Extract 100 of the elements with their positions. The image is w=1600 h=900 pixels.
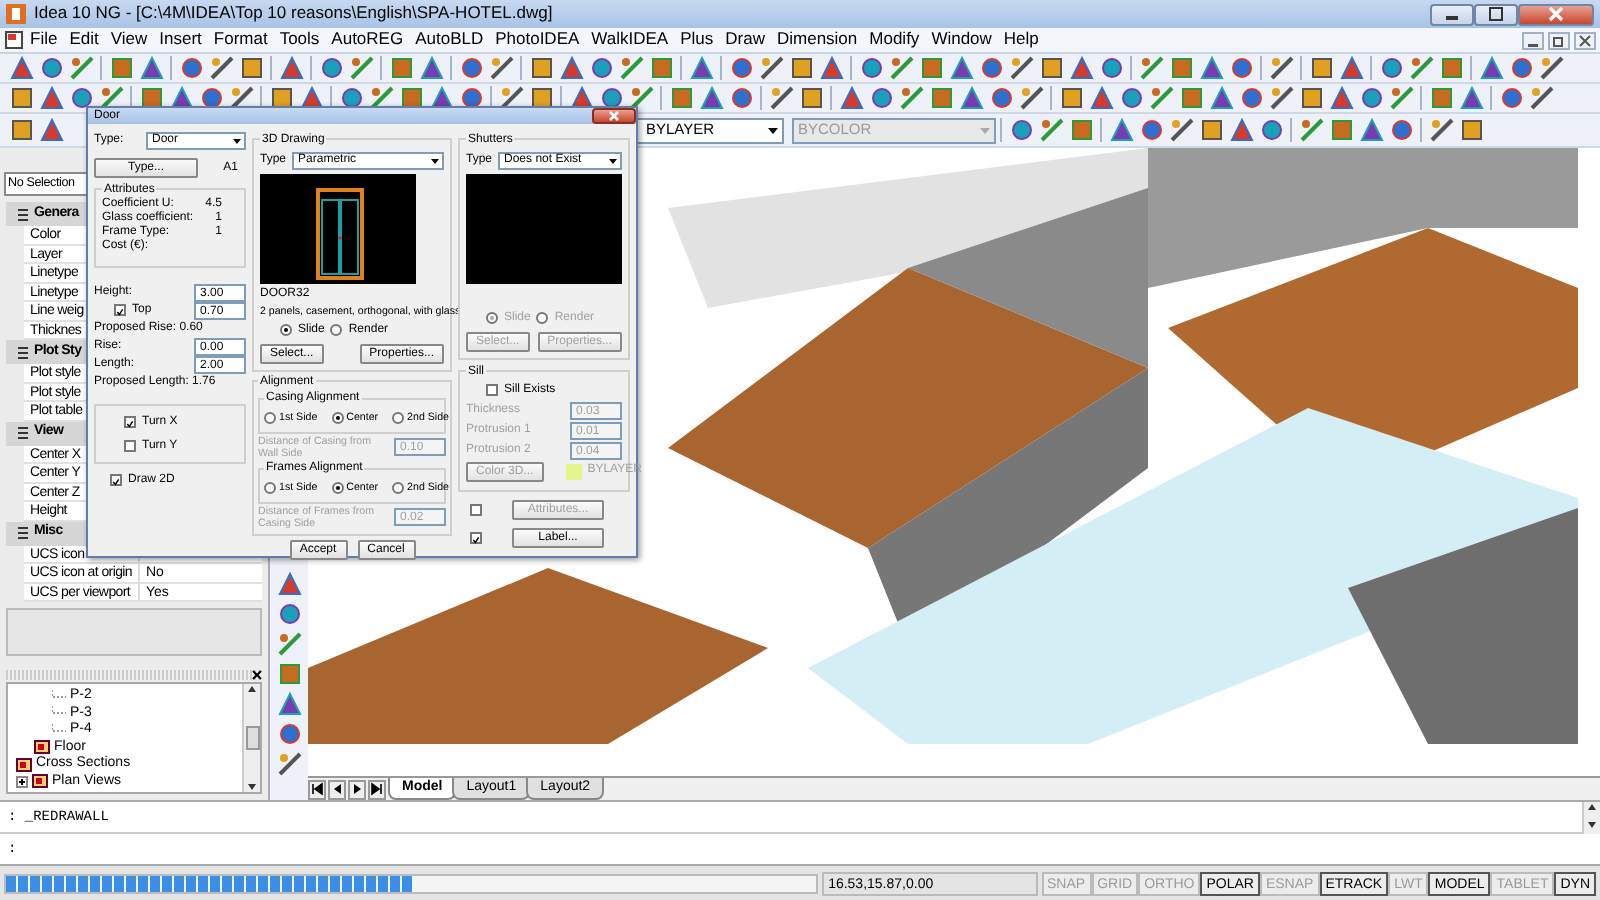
line-tool-icon[interactable]: [619, 56, 643, 80]
square-tool-icon[interactable]: [669, 86, 693, 110]
line-tool-icon[interactable]: [889, 56, 913, 80]
line-tool-icon[interactable]: [489, 56, 513, 80]
square-tool-icon[interactable]: [1199, 118, 1223, 142]
line-tool-icon[interactable]: [899, 86, 923, 110]
triangle-tool-icon[interactable]: [279, 56, 303, 80]
triangle-tool-icon[interactable]: [1109, 118, 1133, 142]
radio-button[interactable]: [264, 482, 276, 495]
square-tool-icon[interactable]: [649, 56, 673, 80]
menu-item[interactable]: Window: [925, 30, 998, 50]
triangle-tool-icon[interactable]: [277, 572, 301, 596]
square-tool-icon[interactable]: [239, 56, 263, 80]
line-tool-icon[interactable]: [1009, 56, 1033, 80]
close-button[interactable]: [1574, 31, 1596, 49]
square-tool-icon[interactable]: [529, 86, 553, 110]
scroll-down-icon[interactable]: [1586, 820, 1598, 830]
circle-tool-icon[interactable]: [729, 56, 753, 80]
circle-tool-icon[interactable]: [1499, 86, 1523, 110]
square-tool-icon[interactable]: [789, 56, 813, 80]
line-tool-icon[interactable]: [1019, 86, 1043, 110]
menu-item[interactable]: Dimension: [770, 30, 864, 50]
line-tool-icon[interactable]: [1299, 118, 1323, 142]
circle-tool-icon[interactable]: [179, 56, 203, 80]
circle-tool-icon[interactable]: [1359, 86, 1383, 110]
menu-item[interactable]: PhotoIDEA: [489, 30, 586, 50]
square-tool-icon[interactable]: [799, 86, 823, 110]
square-tool-icon[interactable]: [1459, 118, 1483, 142]
menu-item[interactable]: File: [24, 30, 64, 50]
square-tool-icon[interactable]: [929, 86, 953, 110]
radio-button[interactable]: [331, 482, 344, 495]
triangle-tool-icon[interactable]: [1209, 86, 1233, 110]
close-button[interactable]: [1518, 3, 1594, 25]
line-tool-icon[interactable]: [1269, 56, 1293, 80]
first-tab-button[interactable]: [308, 779, 326, 799]
square-tool-icon[interactable]: [1329, 118, 1353, 142]
radio-button[interactable]: [392, 482, 405, 495]
line-tool-icon[interactable]: [69, 56, 93, 80]
line-tool-icon[interactable]: [1149, 86, 1173, 110]
square-tool-icon[interactable]: [529, 56, 553, 80]
triangle-tool-icon[interactable]: [1229, 118, 1253, 142]
circle-tool-icon[interactable]: [1509, 56, 1533, 80]
triangle-tool-icon[interactable]: [689, 56, 713, 80]
triangle-tool-icon[interactable]: [9, 56, 33, 80]
next-tab-button[interactable]: [348, 779, 366, 799]
menu-item[interactable]: Help: [997, 30, 1045, 50]
line-tool-icon[interactable]: [209, 56, 233, 80]
triangle-tool-icon[interactable]: [1339, 56, 1363, 80]
triangle-tool-icon[interactable]: [699, 86, 723, 110]
menu-item[interactable]: WalkIDEA: [585, 30, 675, 50]
triangle-tool-icon[interactable]: [1069, 56, 1093, 80]
scroll-up-icon[interactable]: [246, 684, 258, 694]
menu-item[interactable]: AutoBLD: [409, 30, 490, 50]
triangle-tool-icon[interactable]: [1199, 56, 1223, 80]
square-tool-icon[interactable]: [1039, 56, 1063, 80]
line-tool-icon[interactable]: [759, 56, 783, 80]
line-tool-icon[interactable]: [1139, 56, 1163, 80]
square-tool-icon[interactable]: [1169, 56, 1193, 80]
minimize-button[interactable]: [1522, 31, 1544, 49]
triangle-tool-icon[interactable]: [839, 86, 863, 110]
circle-tool-icon[interactable]: [979, 56, 1003, 80]
menu-item[interactable]: Modify: [863, 30, 926, 50]
square-tool-icon[interactable]: [1309, 56, 1333, 80]
circle-tool-icon[interactable]: [459, 86, 483, 110]
circle-tool-icon[interactable]: [277, 722, 301, 746]
line-tool-icon[interactable]: [349, 56, 373, 80]
triangle-tool-icon[interactable]: [139, 56, 163, 80]
expand-icon[interactable]: [16, 775, 28, 788]
triangle-tool-icon[interactable]: [1089, 86, 1113, 110]
line-tool-icon[interactable]: [1529, 86, 1553, 110]
circle-tool-icon[interactable]: [589, 56, 613, 80]
square-tool-icon[interactable]: [919, 56, 943, 80]
square-tool-icon[interactable]: [1179, 86, 1203, 110]
line-tool-icon[interactable]: [1039, 118, 1063, 142]
square-tool-icon[interactable]: [1059, 86, 1083, 110]
circle-tool-icon[interactable]: [339, 86, 363, 110]
circle-tool-icon[interactable]: [199, 86, 223, 110]
scroll-down-icon[interactable]: [246, 782, 258, 792]
circle-tool-icon[interactable]: [69, 86, 93, 110]
square-tool-icon[interactable]: [389, 56, 413, 80]
triangle-tool-icon[interactable]: [1479, 56, 1503, 80]
minimize-button[interactable]: [1430, 3, 1474, 25]
line-tool-icon[interactable]: [1429, 118, 1453, 142]
radio-button[interactable]: [392, 412, 405, 425]
line-tool-icon[interactable]: [277, 752, 301, 776]
circle-tool-icon[interactable]: [599, 86, 623, 110]
line-tool-icon[interactable]: [277, 632, 301, 656]
triangle-tool-icon[interactable]: [1329, 86, 1353, 110]
circle-tool-icon[interactable]: [1239, 86, 1263, 110]
circle-tool-icon[interactable]: [1119, 86, 1143, 110]
circle-tool-icon[interactable]: [989, 86, 1013, 110]
checkbox[interactable]: [114, 304, 126, 317]
line-tool-icon[interactable]: [629, 86, 653, 110]
circle-tool-icon[interactable]: [1229, 56, 1253, 80]
square-tool-icon[interactable]: [1429, 86, 1453, 110]
menu-item[interactable]: AutoREG: [325, 30, 410, 50]
checkbox[interactable]: [470, 531, 482, 544]
square-tool-icon[interactable]: [1439, 56, 1463, 80]
circle-tool-icon[interactable]: [459, 56, 483, 80]
triangle-tool-icon[interactable]: [1459, 86, 1483, 110]
